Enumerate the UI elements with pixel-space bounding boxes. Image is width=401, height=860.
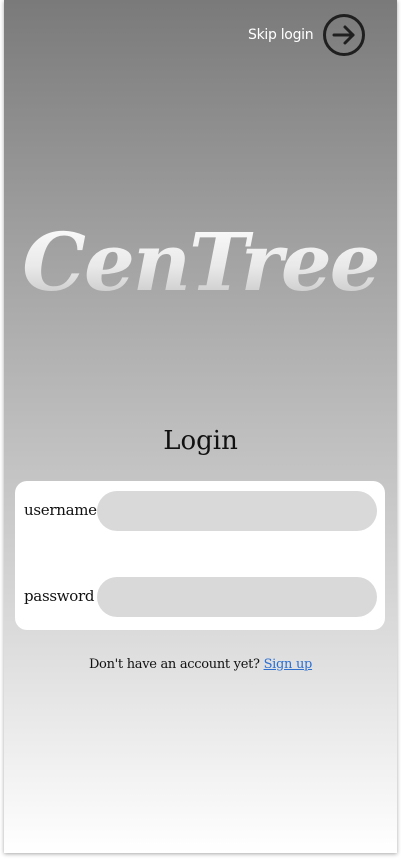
password-label: password: [24, 587, 95, 605]
signup-row: Don't have an account yet? Sign up: [4, 657, 397, 672]
signup-link[interactable]: Sign up: [264, 657, 313, 672]
brand-logo: CenTree: [4, 214, 397, 310]
arrow-right-circle-icon: [323, 14, 365, 56]
login-title: Login: [163, 426, 238, 456]
skip-login-label[interactable]: Skip login: [248, 27, 314, 43]
login-form-card: username password: [15, 481, 385, 630]
signup-prompt: Don't have an account yet?: [88, 657, 260, 672]
skip-login-button[interactable]: [322, 13, 366, 57]
username-label: username: [24, 501, 97, 519]
app-screen: Skip login CenTree Login username passwo…: [4, 0, 397, 853]
password-input[interactable]: [97, 577, 377, 617]
username-input[interactable]: [97, 491, 377, 531]
